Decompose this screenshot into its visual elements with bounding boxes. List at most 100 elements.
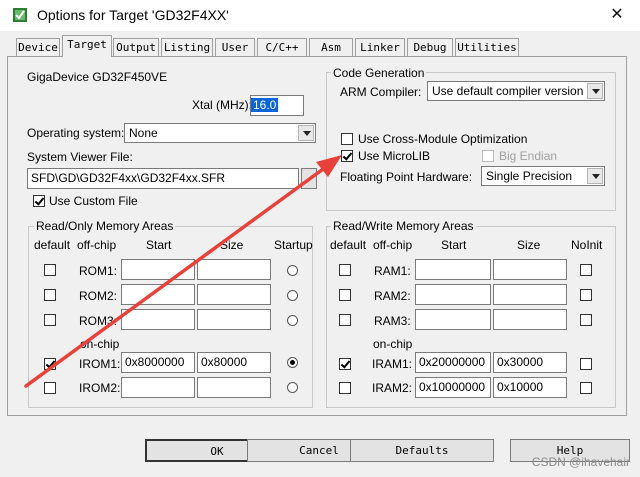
- rom1-size-field[interactable]: [197, 259, 271, 280]
- svd-label: System Viewer File:: [27, 150, 133, 164]
- read-only-memory-title: Read/Only Memory Areas: [34, 219, 176, 233]
- ram1-start-field[interactable]: [415, 259, 491, 280]
- rom1-start-field[interactable]: [121, 259, 195, 280]
- irom2-size-field[interactable]: [197, 377, 271, 398]
- code-generation-title: Code Generation: [331, 66, 427, 80]
- tab-linker[interactable]: Linker: [355, 38, 405, 56]
- fp-hardware-label: Floating Point Hardware:: [340, 170, 473, 184]
- ram2-size-field[interactable]: [493, 284, 567, 305]
- chevron-down-icon[interactable]: [587, 168, 603, 184]
- ro-header-default: default: [34, 238, 71, 252]
- chevron-down-icon[interactable]: [587, 83, 603, 99]
- ram1-label: RAM1:: [374, 264, 411, 278]
- xtal-field[interactable]: 16.0: [250, 95, 304, 116]
- rom3-label: ROM3:: [79, 314, 118, 328]
- iram1-size-field[interactable]: 0x30000: [493, 352, 567, 373]
- iram1-start-field[interactable]: 0x20000000: [415, 352, 491, 373]
- rom3-default-checkbox[interactable]: [44, 314, 56, 326]
- keil-logo-icon: [13, 8, 27, 22]
- ram1-default-checkbox[interactable]: [339, 264, 351, 276]
- tab-user[interactable]: User: [215, 38, 255, 56]
- tab-c-cpp[interactable]: C/C++: [257, 38, 307, 56]
- irom2-start-field[interactable]: [121, 377, 195, 398]
- irom2-label: IROM2:: [79, 381, 121, 395]
- irom2-default-checkbox[interactable]: [44, 382, 56, 394]
- rom1-default-checkbox[interactable]: [44, 264, 56, 276]
- ro-header-start: Start: [146, 238, 172, 252]
- tab-utilities[interactable]: Utilities: [455, 38, 519, 56]
- svd-field[interactable]: SFD\GD\GD32F4xx\GD32F4xx.SFR: [27, 168, 299, 189]
- csdn-watermark: CSDN @ihavehair: [531, 455, 630, 469]
- big-endian-label: Big Endian: [499, 149, 558, 163]
- ro-header-size: Size: [220, 238, 244, 252]
- iram2-size-field[interactable]: 0x10000: [493, 377, 567, 398]
- ram2-start-field[interactable]: [415, 284, 491, 305]
- rom2-default-checkbox[interactable]: [44, 289, 56, 301]
- iram1-label: IRAM1:: [372, 357, 413, 371]
- use-custom-file-checkbox[interactable]: [33, 195, 45, 207]
- irom1-label: IROM1:: [79, 357, 121, 371]
- ram1-size-field[interactable]: [493, 259, 567, 280]
- rom2-start-field[interactable]: [121, 284, 195, 305]
- iram1-noinit-checkbox[interactable]: [580, 358, 592, 370]
- use-custom-file-label: Use Custom File: [49, 194, 138, 208]
- ram3-start-field[interactable]: [415, 309, 491, 330]
- rom3-startup-radio[interactable]: [287, 315, 298, 326]
- iram1-default-checkbox[interactable]: [339, 358, 351, 370]
- iram2-default-checkbox[interactable]: [339, 382, 351, 394]
- ram3-size-field[interactable]: [493, 309, 567, 330]
- ram2-default-checkbox[interactable]: [339, 289, 351, 301]
- xtal-value: 16.0: [251, 98, 279, 112]
- iram2-start-field[interactable]: 0x10000000: [415, 377, 491, 398]
- ro-header-offchip: off-chip: [77, 238, 117, 252]
- fp-hardware-value: Single Precision: [486, 169, 573, 183]
- cross-module-checkbox[interactable]: [341, 133, 353, 145]
- tab-target[interactable]: Target: [62, 35, 112, 57]
- big-endian-checkbox[interactable]: [482, 150, 494, 162]
- ram3-noinit-checkbox[interactable]: [580, 314, 592, 326]
- tab-listing[interactable]: Listing: [161, 38, 213, 56]
- irom1-size-field[interactable]: 0x80000: [197, 352, 271, 373]
- irom1-startup-radio[interactable]: [287, 357, 298, 368]
- rw-header-size: Size: [517, 238, 541, 252]
- rom1-label: ROM1:: [79, 264, 118, 278]
- iram2-noinit-checkbox[interactable]: [580, 382, 592, 394]
- arm-compiler-value: Use default compiler version 5: [432, 84, 594, 98]
- window-title: Options for Target 'GD32F4XX': [37, 7, 229, 23]
- ram1-noinit-checkbox[interactable]: [580, 264, 592, 276]
- rom3-size-field[interactable]: [197, 309, 271, 330]
- ram3-label: RAM3:: [374, 314, 411, 328]
- rw-onchip-label: on-chip: [373, 337, 413, 351]
- device-name: GigaDevice GD32F450VE: [27, 70, 168, 84]
- tab-asm[interactable]: Asm: [309, 38, 353, 56]
- ram2-noinit-checkbox[interactable]: [580, 289, 592, 301]
- rom2-label: ROM2:: [79, 289, 118, 303]
- rom1-startup-radio[interactable]: [287, 265, 298, 276]
- rom2-startup-radio[interactable]: [287, 290, 298, 301]
- close-button[interactable]: ✕: [600, 2, 634, 28]
- xtal-label: Xtal (MHz):: [192, 98, 252, 112]
- irom1-default-checkbox[interactable]: [44, 358, 56, 370]
- iram2-label: IRAM2:: [372, 381, 413, 395]
- irom2-startup-radio[interactable]: [287, 382, 298, 393]
- arm-compiler-select[interactable]: Use default compiler version 5: [427, 81, 605, 101]
- irom1-start-field[interactable]: 0x8000000: [121, 352, 195, 373]
- rw-header-default: default: [330, 238, 367, 252]
- ro-header-startup: Startup: [274, 238, 313, 252]
- defaults-button[interactable]: Defaults: [350, 439, 494, 462]
- microlib-checkbox[interactable]: [341, 150, 353, 162]
- os-select[interactable]: None: [124, 123, 316, 143]
- browse-svd-button[interactable]: [301, 168, 317, 189]
- tab-output[interactable]: Output: [113, 38, 159, 56]
- ram3-default-checkbox[interactable]: [339, 314, 351, 326]
- rom2-size-field[interactable]: [197, 284, 271, 305]
- rw-header-start: Start: [441, 238, 467, 252]
- os-value: None: [129, 126, 158, 140]
- arm-compiler-label: ARM Compiler:: [340, 85, 422, 99]
- ro-onchip-label: on-chip: [80, 337, 120, 351]
- fp-hardware-select[interactable]: Single Precision: [481, 166, 605, 186]
- tab-debug[interactable]: Debug: [407, 38, 453, 56]
- chevron-down-icon[interactable]: [298, 125, 314, 141]
- rom3-start-field[interactable]: [121, 309, 195, 330]
- tab-device[interactable]: Device: [16, 38, 60, 56]
